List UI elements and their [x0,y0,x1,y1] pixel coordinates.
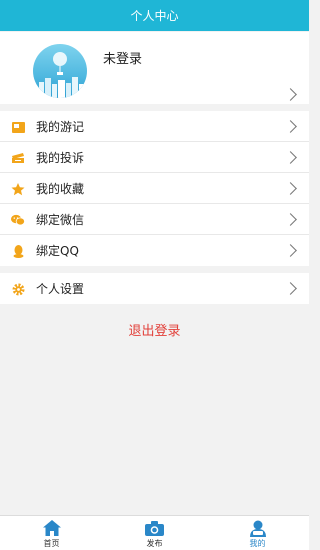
user-icon [248,519,268,537]
tab-home[interactable]: 首页 [0,516,103,550]
avatar[interactable] [33,44,87,98]
chevron-right-icon [284,213,297,226]
chevron-right-icon [284,282,297,295]
tab-label: 发布 [146,539,163,548]
tab-label: 我的 [249,539,266,548]
header-bar: 个人中心 [0,0,309,31]
menu-item-label: 我的游记 [36,119,85,134]
chevron-right-icon [284,182,297,195]
camera-icon [145,519,165,537]
menu-item-label: 我的投诉 [36,150,85,165]
chevron-right-icon [284,244,297,257]
star-icon [11,182,25,196]
logout-button[interactable]: 退出登录 [0,320,309,339]
chevron-right-icon [284,151,297,164]
ticket-icon [11,151,25,165]
page-title: 个人中心 [130,9,179,23]
menu-item-label: 绑定微信 [36,212,85,227]
tab-mine[interactable]: 我的 [206,516,309,550]
login-status[interactable]: 未登录 [103,48,142,67]
menu-item-favorites[interactable]: 我的收藏 [0,173,309,204]
chevron-right-icon [284,120,297,133]
menu-item-label: 绑定QQ [36,244,79,258]
bottom-tab-bar: 首页 发布 我的 [0,515,309,550]
menu-item-complaints[interactable]: 我的投诉 [0,142,309,173]
menu-group-settings: 个人设置 [0,273,309,304]
menu-item-personal-settings[interactable]: 个人设置 [0,273,309,304]
gear-icon [11,282,25,296]
menu-item-label: 个人设置 [36,282,85,296]
menu-item-travel-notes[interactable]: 我的游记 [0,111,309,142]
menu-item-bind-wechat[interactable]: 绑定微信 [0,204,309,235]
chevron-right-icon [284,88,297,101]
home-icon [42,519,62,537]
notebook-icon [11,120,25,134]
menu-item-bind-qq[interactable]: 绑定QQ [0,235,309,266]
qq-icon [11,244,25,258]
menu-item-label: 我的收藏 [36,181,85,196]
wechat-icon [11,213,25,227]
profile-card[interactable]: 未登录 [0,32,309,104]
tab-label: 首页 [43,539,60,548]
menu-group-main: 我的游记 我的投诉 我的收藏 绑定微信 绑定QQ [0,111,309,266]
tab-publish[interactable]: 发布 [103,516,206,550]
